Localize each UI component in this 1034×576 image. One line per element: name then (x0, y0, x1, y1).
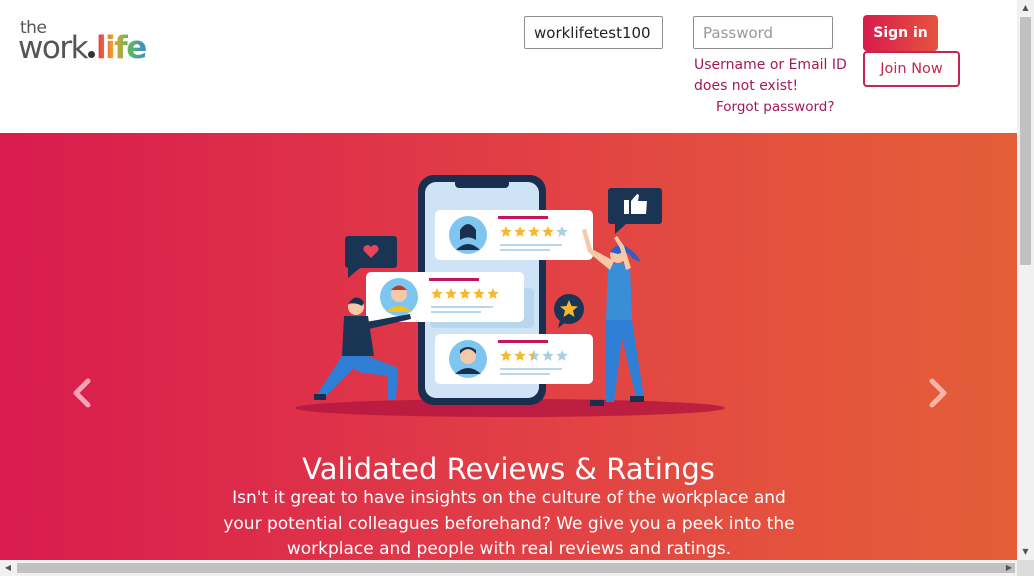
logo-work: work (18, 30, 89, 66)
chevron-right-icon[interactable] (918, 373, 958, 413)
username-input[interactable] (524, 16, 663, 49)
chevron-left-icon[interactable] (62, 373, 102, 413)
scroll-up-icon[interactable]: ▲ (1017, 0, 1034, 16)
sign-in-button[interactable]: Sign in (863, 15, 938, 51)
scroll-left-icon[interactable]: ◀ (0, 560, 16, 576)
review-card-3 (435, 334, 593, 384)
hero-description: Isn't it great to have insights on the c… (223, 488, 795, 559)
scroll-down-icon[interactable]: ▼ (1017, 544, 1034, 560)
forgot-password-link[interactable]: Forgot password? (716, 99, 835, 115)
reviews-illustration (295, 175, 725, 417)
vertical-scrollbar[interactable]: ▲ ▼ (1017, 0, 1034, 560)
login-error-message: Username or Email ID does not exist! (694, 57, 847, 94)
worklife-logo[interactable]: the work life (18, 18, 178, 66)
scroll-right-icon[interactable]: ▶ (1001, 560, 1017, 576)
logo-wordmark: work life (18, 30, 147, 66)
review-card-2 (366, 272, 524, 322)
logo-dot (88, 51, 96, 58)
logo-life: life (96, 30, 147, 66)
join-now-button[interactable]: Join Now (863, 51, 960, 87)
vertical-scroll-thumb[interactable] (1020, 17, 1031, 265)
review-card-1 (435, 210, 593, 260)
scrollbar-corner (1017, 560, 1034, 576)
site-header: the worklife Username or Email ID does n… (0, 0, 1017, 133)
hero-carousel: Validated Reviews & Ratings Isn't it gre… (0, 133, 1017, 560)
horizontal-scrollbar[interactable]: ◀ ▶ (0, 560, 1017, 576)
horizontal-scroll-thumb[interactable] (17, 563, 1015, 573)
hero-title: Validated Reviews & Ratings (302, 452, 715, 486)
password-input[interactable] (693, 16, 833, 49)
